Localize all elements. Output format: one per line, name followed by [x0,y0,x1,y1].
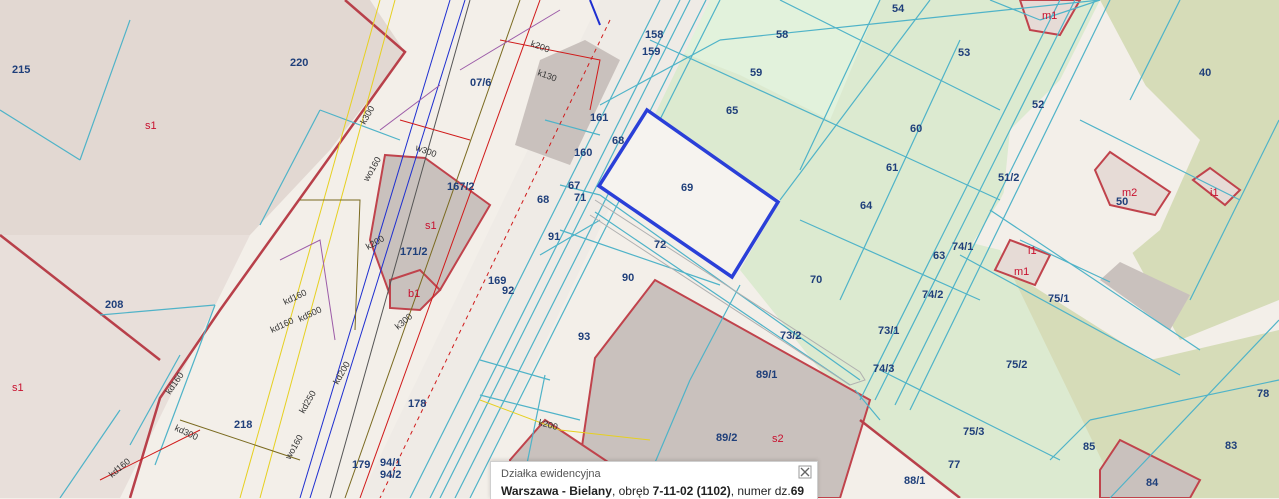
building-label: s1 [12,382,24,394]
parcel-label: 75/2 [1006,359,1027,371]
parcel-label: 75/3 [963,426,984,438]
building-label: s2 [772,433,784,445]
parcel-label: 90 [622,272,634,284]
parcel-label: 40 [1199,67,1211,79]
parcel-label: 07/6 [470,77,491,89]
parcel-label: 84 [1146,477,1159,489]
popup-obreb-label: , obręb [611,484,653,498]
parcel-label: 75/1 [1048,293,1069,305]
parcel-label: 171/2 [400,246,428,258]
parcel-label: 89/1 [756,369,777,381]
parcel-label: 220 [290,57,308,69]
building-label: m2 [1122,187,1137,199]
cadastral-map[interactable]: 215 220 208 218 158 159 07/6 161 160 167… [0,0,1279,498]
parcel-label: 64 [860,200,873,212]
parcel-label: 72 [654,239,666,251]
building-label: i1 [1028,245,1037,257]
close-icon[interactable] [797,464,813,480]
parcel-label: 159 [642,46,660,58]
building-label: b1 [408,288,420,300]
parcel-label: 161 [590,112,608,124]
popup-parcel-line: Warszawa - Bielany, obręb 7-11-02 (1102)… [501,484,804,498]
parcel-label: 83 [1225,440,1237,452]
parcel-label: 85 [1083,441,1095,453]
parcel-label: 94/2 [380,469,401,481]
parcel-label: 61 [886,162,898,174]
parcel-label: 179 [352,459,370,471]
parcel-label: 71 [574,192,586,204]
parcel-label: 68 [612,135,624,147]
parcel-label: 167/2 [447,181,475,193]
parcel-label: 60 [910,123,922,135]
parcel-label: 53 [958,47,970,59]
popup-title: Działka ewidencyjna [501,468,601,480]
parcel-label: 92 [502,285,514,297]
parcel-label: 70 [810,274,822,286]
parcel-label: 59 [750,67,762,79]
parcel-label: 160 [574,147,592,159]
parcel-label: 74/1 [952,241,973,253]
parcel-label: 178 [408,398,426,410]
parcel-label: 63 [933,250,945,262]
parcel-label: 158 [645,29,663,41]
parcel-label: 68 [537,194,549,206]
parcel-label: 208 [105,299,123,311]
parcel-label: 74/2 [922,289,943,301]
parcel-label: 52 [1032,99,1044,111]
building-label: m1 [1042,10,1057,22]
popup-location: Warszawa - Bielany [501,484,612,498]
parcel-label: 73/1 [878,325,899,337]
parcel-label: 94/1 [380,457,401,469]
popup-obreb-value: 7-11-02 (1102) [652,484,731,498]
building-label: s1 [145,120,157,132]
building-label: m1 [1014,266,1029,278]
parcel-label: 65 [726,105,738,117]
parcel-69-label: 69 [681,182,693,194]
parcel-label: 88/1 [904,475,925,487]
parcel-label: 67 [568,180,580,192]
parcel-label: 58 [776,29,788,41]
parcel-info-popup: Działka ewidencyjna Warszawa - Bielany, … [490,461,818,499]
parcel-label: 73/2 [780,330,801,342]
building-label: s1 [425,220,437,232]
parcel-label: 74/3 [873,363,894,375]
parcel-label: 218 [234,419,252,431]
parcel-label: 215 [12,64,30,76]
popup-numer-value: 69 [790,484,805,498]
popup-numer-label: , numer dz. [730,484,791,498]
parcel-label: 77 [948,459,960,471]
parcel-label: 89/2 [716,432,737,444]
parcel-label: 93 [578,331,590,343]
parcel-label: 78 [1257,388,1269,400]
parcel-label: 51/2 [998,172,1019,184]
parcel-label: 91 [548,231,560,243]
building-label: i1 [1210,187,1219,199]
parcel-label: 54 [892,3,905,15]
